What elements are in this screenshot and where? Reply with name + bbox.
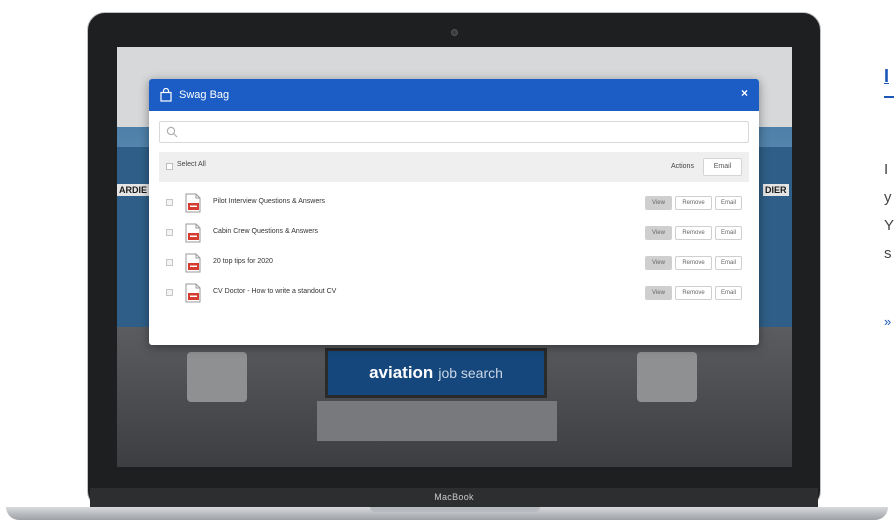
item-title: Pilot Interview Questions & Answers — [213, 198, 326, 205]
device-label: MacBook — [434, 492, 474, 502]
item-title: 20 top tips for 2020 — [213, 258, 273, 265]
view-button[interactable]: View — [645, 286, 672, 300]
email-selected-button[interactable]: Email — [703, 158, 742, 176]
planter — [187, 352, 247, 402]
list-item: 20 top tips for 2020 View Remove Email — [159, 247, 749, 277]
item-checkbox[interactable] — [166, 229, 173, 236]
laptop-notch — [370, 507, 540, 512]
marketing-line: Y — [884, 217, 894, 234]
remove-button[interactable]: Remove — [675, 286, 712, 300]
select-all-checkbox[interactable] — [166, 163, 173, 170]
marketing-heading[interactable]: I — [884, 66, 889, 87]
item-checkbox[interactable] — [166, 259, 173, 266]
email-button[interactable]: Email — [715, 226, 742, 240]
camera-icon — [451, 29, 458, 36]
heading-underline — [884, 96, 894, 98]
list-item: Cabin Crew Questions & Answers View Remo… — [159, 217, 749, 247]
email-button[interactable]: Email — [715, 286, 742, 300]
list-toolbar: Select All Actions Email — [159, 152, 749, 182]
laptop-screen: ARDIE DIER aviation job search Swag Bag … — [117, 47, 792, 467]
item-checkbox[interactable] — [166, 289, 173, 296]
pdf-file-icon — [185, 223, 201, 243]
close-icon[interactable]: × — [741, 86, 748, 100]
pdf-file-icon — [185, 193, 201, 213]
actions-label: Actions — [671, 163, 694, 170]
pdf-file-icon — [185, 253, 201, 273]
view-button[interactable]: View — [645, 196, 672, 210]
marketing-line: y — [884, 189, 892, 206]
booth-counter — [317, 401, 557, 441]
swag-bag-modal: Swag Bag × Select All Actions Email Pilo… — [149, 79, 759, 345]
booth-sign: aviation job search — [325, 348, 547, 398]
marketing-line: I — [884, 161, 889, 178]
remove-button[interactable]: Remove — [675, 196, 712, 210]
modal-header: Swag Bag × — [149, 79, 759, 111]
marketing-line: s — [884, 245, 892, 262]
modal-title: Swag Bag — [179, 89, 230, 101]
view-button[interactable]: View — [645, 256, 672, 270]
remove-button[interactable]: Remove — [675, 226, 712, 240]
sign-brand: aviation — [369, 363, 434, 382]
list-item: Pilot Interview Questions & Answers View… — [159, 187, 749, 217]
read-more-link[interactable]: » — [884, 314, 891, 329]
select-all-label[interactable]: Select All — [177, 161, 206, 168]
booth-right-label: DIER — [763, 184, 789, 196]
pdf-file-icon — [185, 283, 201, 303]
sign-subtitle: job search — [438, 365, 503, 381]
item-title: Cabin Crew Questions & Answers — [213, 228, 319, 235]
booth-left-label: ARDIE — [117, 184, 150, 196]
item-checkbox[interactable] — [166, 199, 173, 206]
planter — [637, 352, 697, 402]
view-button[interactable]: View — [645, 226, 672, 240]
search-input[interactable] — [182, 124, 746, 142]
email-button[interactable]: Email — [715, 196, 742, 210]
item-title: CV Doctor - How to write a standout CV — [213, 288, 337, 295]
shopping-bag-icon — [160, 88, 172, 102]
remove-button[interactable]: Remove — [675, 256, 712, 270]
laptop-chin: MacBook — [90, 488, 818, 508]
list-item: CV Doctor - How to write a standout CV V… — [159, 277, 749, 307]
search-icon — [166, 126, 178, 138]
email-button[interactable]: Email — [715, 256, 742, 270]
search-box — [159, 121, 749, 143]
